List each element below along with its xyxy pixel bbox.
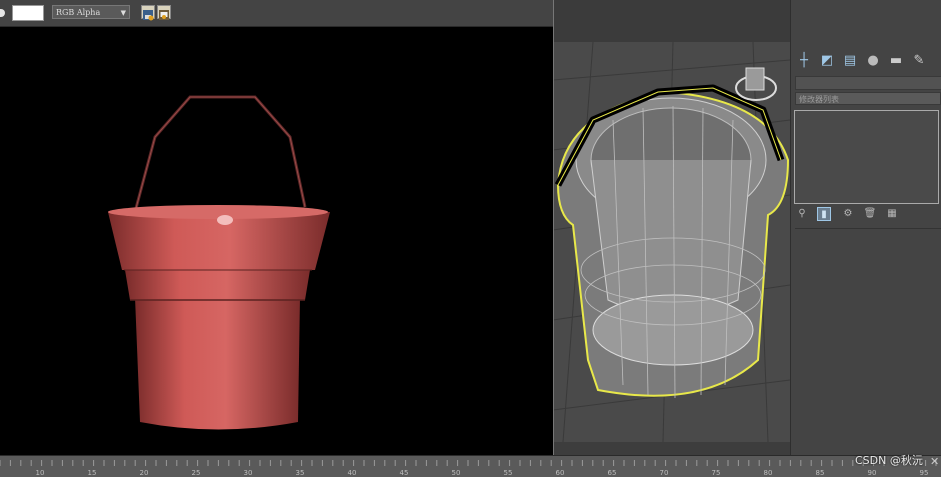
perspective-viewport[interactable]: [553, 0, 790, 442]
render-view: [0, 27, 553, 455]
close-icon[interactable]: ✕: [930, 455, 939, 468]
modifier-list-label: 修改器列表: [799, 95, 839, 104]
watermark: CSDN @秋沅: [855, 454, 923, 467]
object-name-field[interactable]: [795, 76, 941, 90]
command-panel-tabs: ┼ ◩ ▤ ● ▬ ✎: [793, 50, 941, 72]
create-icon[interactable]: ┼: [795, 52, 813, 70]
viewport-scene: [553, 41, 790, 442]
pin-stack-icon[interactable]: ⚲: [795, 207, 809, 221]
show-end-result-icon[interactable]: ▮: [817, 207, 831, 221]
modify-icon[interactable]: ◩: [818, 52, 836, 70]
panel-divider: [795, 228, 941, 229]
rendered-bucket: [108, 95, 330, 430]
chevron-down-icon: ▼: [120, 9, 126, 17]
viewport-header-strip: [553, 0, 790, 42]
ruler-ticks: [0, 460, 937, 466]
remove-modifier-icon[interactable]: 🗑: [863, 207, 877, 221]
render-toolbar: RGB Alpha ▼: [0, 0, 553, 27]
save-image-icon[interactable]: [141, 5, 155, 21]
color-swatch[interactable]: [12, 5, 44, 21]
configure-sets-icon[interactable]: ▦: [885, 207, 899, 221]
clone-render-icon[interactable]: [157, 5, 171, 20]
channel-select-value: RGB Alpha: [56, 8, 101, 17]
stack-toolbar: ⚲ ▮ ⚙ 🗑 ▦: [795, 206, 941, 224]
utilities-icon[interactable]: ✎: [910, 52, 928, 70]
modifier-stack[interactable]: [794, 110, 939, 204]
motion-icon[interactable]: ●: [864, 52, 882, 70]
make-unique-icon[interactable]: ⚙: [841, 207, 855, 221]
hierarchy-icon[interactable]: ▤: [841, 52, 859, 70]
modifier-list-dropdown[interactable]: 修改器列表: [795, 92, 941, 105]
channel-select[interactable]: RGB Alpha ▼: [52, 5, 130, 19]
display-icon[interactable]: ▬: [887, 52, 905, 70]
viewcube-icon[interactable]: [735, 67, 777, 101]
bucket-wireframe[interactable]: [554, 84, 790, 399]
toolbar-grip: [0, 9, 5, 17]
